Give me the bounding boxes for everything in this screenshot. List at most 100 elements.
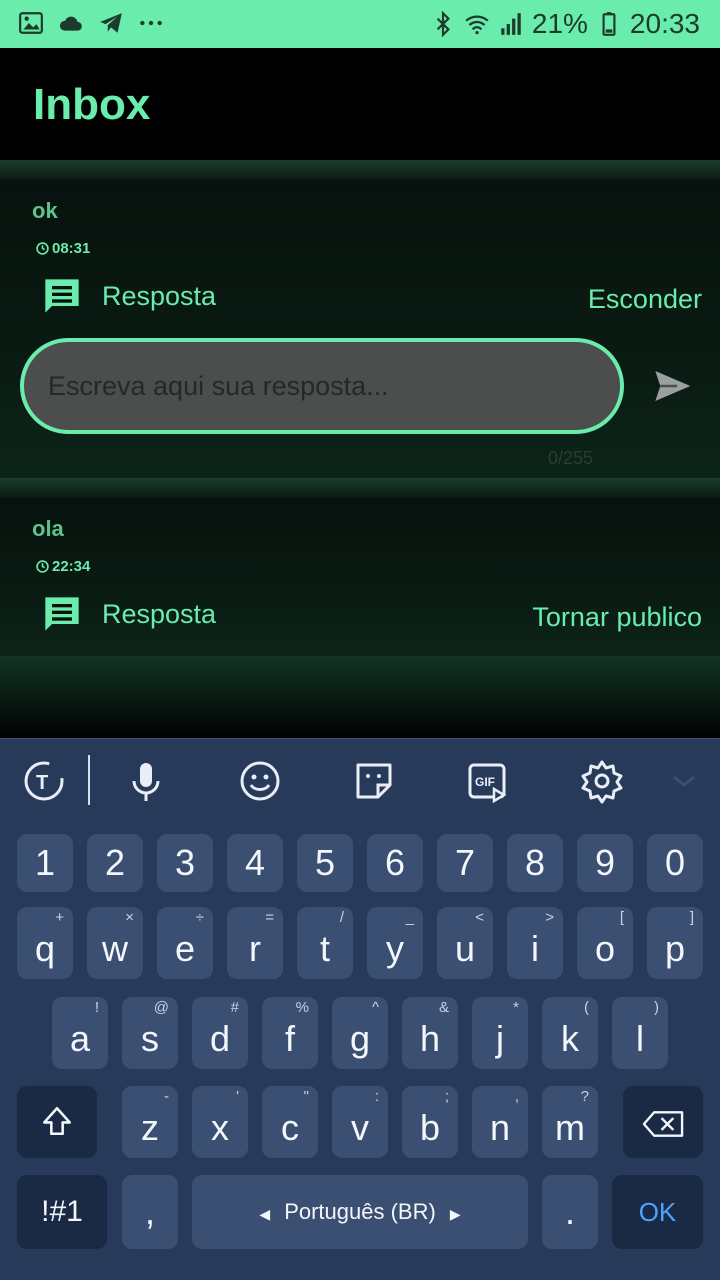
microphone-icon[interactable] xyxy=(122,757,170,805)
key-q[interactable]: q + xyxy=(17,907,73,979)
key-j[interactable]: j * xyxy=(472,997,528,1069)
key-i-secondary: > xyxy=(545,909,554,926)
svg-text:GIF: GIF xyxy=(475,775,495,789)
period-key[interactable]: . xyxy=(542,1175,598,1249)
key-w[interactable]: w × xyxy=(87,907,143,979)
backspace-icon xyxy=(642,1111,684,1137)
key-x-secondary: ' xyxy=(236,1088,239,1105)
key-k-label: k xyxy=(561,1018,579,1059)
key-h[interactable]: h & xyxy=(402,997,458,1069)
key-1[interactable]: 1 xyxy=(17,834,73,892)
message-time: 22:34 xyxy=(36,558,90,575)
key-v[interactable]: v: xyxy=(332,1086,388,1158)
key-9[interactable]: 9 xyxy=(577,834,633,892)
symbols-key[interactable]: !#1 xyxy=(17,1175,107,1249)
shift-arrow-icon xyxy=(42,1106,72,1136)
clock: 20:33 xyxy=(629,8,700,39)
key-a[interactable]: a! xyxy=(52,997,108,1069)
key-p[interactable]: p] xyxy=(647,907,703,979)
key-h-secondary: & xyxy=(438,999,449,1016)
lang-right-arrow-icon: ▶ xyxy=(449,1206,461,1222)
period-key-label: . xyxy=(564,1191,575,1232)
key-4[interactable]: 4 xyxy=(227,834,283,892)
reply-button[interactable]: Resposta xyxy=(40,594,216,634)
make-public-button[interactable]: Tornar publico xyxy=(532,602,702,633)
key-o[interactable]: o[ xyxy=(577,907,633,979)
shift-key[interactable] xyxy=(17,1086,97,1158)
reply-button[interactable]: Resposta xyxy=(40,276,216,316)
settings-gear-icon[interactable] xyxy=(578,757,626,805)
key-i[interactable]: i > xyxy=(507,907,563,979)
key-f-label: f xyxy=(284,1018,295,1059)
collapse-chevron-icon[interactable] xyxy=(660,757,708,805)
key-u-label: u xyxy=(454,928,476,969)
key-r-label: r xyxy=(249,928,261,969)
key-1-label: 1 xyxy=(34,842,56,883)
key-g[interactable]: g ^ xyxy=(332,997,388,1069)
key-t[interactable]: t / xyxy=(297,907,353,979)
backspace-key[interactable] xyxy=(623,1086,703,1158)
chat-icon xyxy=(45,597,79,631)
key-l[interactable]: l) xyxy=(612,997,668,1069)
key-r[interactable]: r = xyxy=(227,907,283,979)
key-n[interactable]: n, xyxy=(472,1086,528,1158)
key-y-secondary: _ xyxy=(405,909,414,926)
status-bar: 21% 20:33 xyxy=(0,0,720,48)
key-f[interactable]: f% xyxy=(262,997,318,1069)
key-z-secondary: - xyxy=(164,1088,169,1105)
ok-key[interactable]: OK xyxy=(612,1175,703,1249)
sticker-icon[interactable] xyxy=(350,757,398,805)
key-h-label: h xyxy=(419,1018,441,1059)
key-m[interactable]: m? xyxy=(542,1086,598,1158)
key-2[interactable]: 2 xyxy=(87,834,143,892)
app-bar: Inbox xyxy=(0,48,720,160)
divider xyxy=(0,478,720,498)
key-5[interactable]: 5 xyxy=(297,834,353,892)
key-c[interactable]: c " xyxy=(262,1086,318,1158)
key-j-label: j xyxy=(496,1018,504,1059)
gif-icon[interactable]: GIF xyxy=(464,757,512,805)
key-6[interactable]: 6 xyxy=(367,834,423,892)
keyboard: T GIF 1 2 3 4 5 6 7 8 9 0 q + w × e ÷ r = t / y _ u < i > o[p] a! s @… xyxy=(0,738,720,1280)
bluetooth-icon xyxy=(436,11,450,37)
language-label: Português (BR) xyxy=(284,1199,436,1224)
key-b-secondary: ; xyxy=(444,1088,449,1105)
key-l-secondary: ) xyxy=(654,999,659,1016)
space-key-label: ◀ Português (BR) ▶ xyxy=(259,1199,460,1224)
key-z[interactable]: z- xyxy=(122,1086,178,1158)
hide-button[interactable]: Esconder xyxy=(588,284,702,315)
space-key[interactable]: ◀ Português (BR) ▶ xyxy=(192,1175,528,1249)
comma-key[interactable]: , xyxy=(122,1175,178,1249)
key-k[interactable]: k( xyxy=(542,997,598,1069)
clock-icon xyxy=(36,242,49,255)
key-8[interactable]: 8 xyxy=(507,834,563,892)
key-e[interactable]: e ÷ xyxy=(157,907,213,979)
chat-icon xyxy=(45,279,79,313)
key-o-secondary: [ xyxy=(619,909,624,926)
translate-icon[interactable]: T xyxy=(20,757,68,805)
emoji-icon[interactable] xyxy=(236,757,284,805)
key-b[interactable]: b; xyxy=(402,1086,458,1158)
more-dots-icon xyxy=(140,20,162,26)
key-m-secondary: ? xyxy=(580,1088,589,1105)
key-0[interactable]: 0 xyxy=(647,834,703,892)
keyboard-toolbar: T GIF xyxy=(0,739,720,823)
message-list: ok 08:31 Resposta Esconder ola 22:34 Res… xyxy=(0,160,720,740)
key-f-secondary: % xyxy=(295,999,309,1016)
toolbar-divider xyxy=(88,755,90,805)
reply-input[interactable]: Escreva aqui sua resposta... xyxy=(20,338,624,434)
svg-text:T: T xyxy=(36,772,48,794)
signal-icon xyxy=(501,13,521,35)
key-u[interactable]: u < xyxy=(437,907,493,979)
key-7[interactable]: 7 xyxy=(437,834,493,892)
send-icon[interactable] xyxy=(648,366,696,406)
key-b-label: b xyxy=(419,1107,441,1148)
key-x[interactable]: x ' xyxy=(192,1086,248,1158)
key-y[interactable]: y _ xyxy=(367,907,423,979)
key-d[interactable]: d # xyxy=(192,997,248,1069)
message-card: ola 22:34 Resposta Tornar publico xyxy=(0,498,720,656)
key-3[interactable]: 3 xyxy=(157,834,213,892)
key-s[interactable]: s @ xyxy=(122,997,178,1069)
key-v-secondary: : xyxy=(374,1088,379,1105)
char-counter: 0/255 xyxy=(548,448,594,468)
